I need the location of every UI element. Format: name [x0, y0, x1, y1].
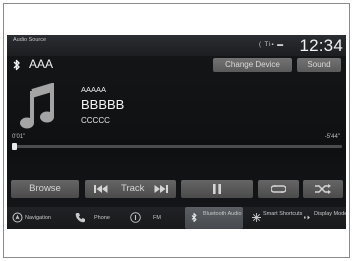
status-icons: ( Ti▪ ▬: [259, 42, 285, 48]
track-control: Track: [85, 180, 176, 198]
nav-item-fm[interactable]: FM: [125, 207, 177, 229]
nav-label-display-mode: Display Mode: [314, 211, 346, 217]
infotainment-screen: Audio Source ( Ti▪ ▬ 12:34 AAA Change De…: [7, 35, 346, 229]
navigation-icon: [12, 212, 23, 223]
repeat-button[interactable]: [258, 180, 299, 198]
nav-label-bluetooth-audio: Bluetooth Audio: [203, 211, 242, 217]
bottom-nav: Navigation Phone FM Bluetooth Audio Smar…: [7, 207, 346, 229]
nav-item-navigation[interactable]: Navigation: [9, 207, 65, 229]
pause-icon: [213, 184, 221, 194]
nav-label-phone: Phone: [94, 215, 110, 221]
nav-label-smart-shortcuts: Smart Shortcuts: [263, 211, 303, 217]
change-device-button[interactable]: Change Device: [213, 58, 292, 72]
remaining-time: -5'44": [324, 134, 340, 140]
nav-item-bluetooth-audio[interactable]: Bluetooth Audio: [185, 207, 243, 229]
sound-button[interactable]: Sound: [297, 58, 341, 72]
nav-item-phone[interactable]: Phone: [69, 207, 119, 229]
clock: 12:34: [299, 36, 343, 55]
artist-name: AAAAA: [81, 85, 107, 94]
progress-knob[interactable]: [12, 143, 17, 150]
display-mode-icon: [304, 215, 310, 220]
device-row: AAA Change Device Sound: [7, 56, 346, 74]
repeat-icon: [271, 185, 286, 193]
skip-forward-icon[interactable]: [154, 184, 168, 194]
audio-source-button[interactable]: Audio Source: [13, 37, 53, 44]
bluetooth-icon: [13, 59, 20, 71]
track-title: BBBBB: [81, 97, 125, 112]
skip-back-icon[interactable]: [94, 184, 108, 194]
status-bar: Audio Source ( Ti▪ ▬ 12:34: [7, 35, 346, 56]
music-note-icon: [20, 83, 54, 129]
album-name: CCCCC: [81, 116, 110, 125]
bluetooth-icon: [191, 212, 197, 223]
nav-label-navigation: Navigation: [25, 215, 51, 221]
pause-button[interactable]: [181, 180, 253, 198]
elapsed-time: 0'01": [12, 134, 26, 140]
shortcuts-icon: [252, 213, 261, 222]
playback-controls: Browse Track: [7, 180, 346, 198]
shuffle-icon: [315, 184, 331, 194]
nav-label-fm: FM: [153, 215, 161, 221]
shuffle-button[interactable]: [303, 180, 343, 198]
track-label: Track: [121, 183, 145, 194]
nav-item-display-mode[interactable]: Display Mode: [301, 207, 346, 229]
progress-bar[interactable]: [12, 145, 342, 148]
browse-button[interactable]: Browse: [11, 180, 79, 198]
device-name: AAA: [29, 57, 54, 71]
radio-icon: [130, 212, 141, 223]
nav-item-smart-shortcuts[interactable]: Smart Shortcuts: [247, 207, 303, 229]
phone-icon: [75, 213, 85, 223]
